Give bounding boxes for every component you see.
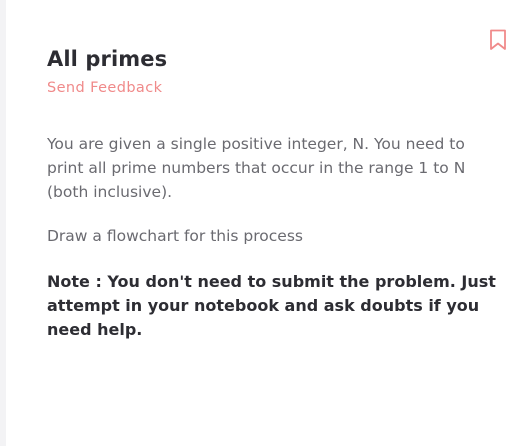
problem-description: You are given a single positive integer,… [47,135,466,201]
send-feedback-link[interactable]: Send Feedback [47,80,162,96]
left-gutter [0,0,6,446]
problem-panel: All primes Send Feedback You are given a… [47,44,497,342]
problem-note: Note : You don't need to submit the prob… [47,272,496,339]
problem-title: All primes [47,47,168,71]
problem-instruction: Draw a flowchart for this process [47,227,303,245]
